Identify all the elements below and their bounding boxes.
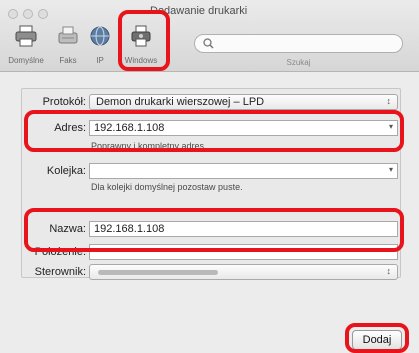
toolbar-fax-button[interactable]: Faks [50,22,86,66]
protocol-label: Protokół: [42,96,86,108]
toolbar-default-button[interactable]: Domyślne [6,22,46,66]
window-title: Dodawanie drukarki [150,5,248,17]
printer-icon [14,24,38,51]
zoom-window-button[interactable] [38,9,48,19]
chevron-down-icon: ▾ [388,165,393,174]
highlight-address [24,110,404,152]
toolbar-ip-button[interactable]: IP [88,22,112,66]
toolbar-default-label: Domyślne [8,56,44,65]
blurred-driver-name [98,270,218,275]
minimize-window-button[interactable] [23,9,33,19]
close-window-button[interactable] [8,9,18,19]
protocol-select[interactable]: Demon drukarki wierszowej – LPD ↕ [89,94,398,110]
toolbar-fax-label: Faks [59,56,77,65]
queue-label: Kolejka: [46,165,86,177]
title-bar: Dodawanie drukarki Domyślne Faks IP Wind… [0,0,419,72]
queue-hint: Dla kolejki domyślnej pozostaw puste. [91,182,243,192]
fax-icon [56,24,80,51]
add-printer-window: Dodawanie drukarki Domyślne Faks IP Wind… [0,0,419,353]
search-label: Szukaj [286,58,311,67]
driver-label: Sterownik: [34,266,86,278]
highlight-name [24,208,404,252]
globe-icon [89,24,111,51]
driver-select[interactable]: ↕ [89,264,398,280]
updown-arrows-icon: ↕ [386,96,392,106]
search-icon [203,38,214,52]
protocol-value: Demon drukarki wierszowej – LPD [96,96,265,108]
search-field[interactable] [194,34,403,53]
toolbar-ip-label: IP [96,56,104,65]
highlight-add-button [345,323,409,353]
queue-input[interactable]: ▾ [89,163,398,179]
highlight-windows-tab [118,10,170,71]
updown-arrows-icon: ↕ [386,266,392,276]
